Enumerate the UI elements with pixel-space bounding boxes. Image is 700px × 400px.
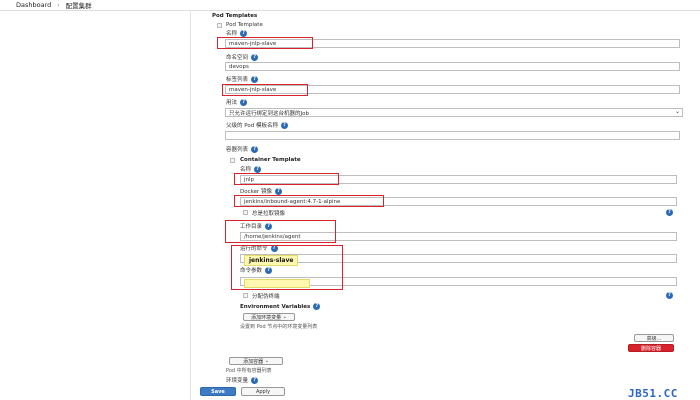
delete-container-button[interactable]: 删除容器 (628, 344, 674, 352)
pod-template-label: Pod Template (226, 22, 263, 28)
highlight-box (234, 173, 339, 185)
env-vars-heading: Environment Variables ? (240, 303, 321, 310)
container-template-checkbox[interactable] (230, 158, 235, 163)
pod-name-label: 名称 ? (226, 29, 248, 37)
help-icon[interactable]: ? (240, 29, 248, 37)
container-template-heading: Container Template (240, 157, 301, 163)
env-vars-hint: 设置到 Pod 节点中的环境变量列表 (240, 324, 318, 330)
help-icon[interactable]: ? (666, 292, 673, 299)
chevron-down-icon: ⌄ (263, 358, 269, 364)
pod-template-checkbox[interactable] (217, 23, 222, 28)
breadcrumb-dashboard[interactable]: Dashboard (16, 1, 51, 9)
usage-select[interactable]: 只允许运行绑定到这台机器的Job (225, 108, 683, 117)
breadcrumb-separator-icon: › (57, 1, 60, 9)
always-pull-checkbox[interactable] (243, 210, 248, 215)
help-icon[interactable]: ? (666, 209, 673, 216)
help-icon[interactable]: ? (313, 303, 321, 310)
advanced-button[interactable]: 高级... (634, 334, 674, 342)
help-icon[interactable]: ? (251, 53, 259, 61)
highlight-box (231, 245, 343, 290)
sidebar-divider (190, 10, 191, 400)
highlight-box (225, 220, 336, 243)
namespace-input[interactable]: devops (225, 62, 680, 71)
tty-label: 分配伪终端 (252, 294, 280, 300)
top-divider (0, 10, 700, 11)
help-icon[interactable]: ? (251, 145, 259, 153)
breadcrumb-current[interactable]: 配置集群 (66, 0, 92, 10)
highlight-box (217, 37, 313, 49)
usage-label: 用法 ? (226, 98, 248, 106)
container-name-label: 名称 ? (240, 165, 262, 173)
help-icon[interactable]: ? (275, 187, 283, 195)
help-icon[interactable]: ? (254, 165, 262, 173)
help-icon[interactable]: ? (251, 376, 259, 384)
save-button[interactable]: Save (200, 387, 236, 396)
tty-checkbox[interactable] (243, 293, 248, 298)
watermark: JB51.CC (628, 387, 678, 400)
highlight-box (222, 84, 308, 96)
docker-image-label: Docker 镜像 ? (240, 187, 283, 195)
containers-label: 容器列表 ? (226, 145, 259, 153)
chevron-down-icon: ⌄ (281, 314, 287, 320)
parent-template-label: 父级的 Pod 模板名称 ? (226, 121, 288, 129)
top-breadcrumb-bar: Dashboard › 配置集群 (0, 0, 700, 10)
add-container-button[interactable]: 添加容器 ⌄ (229, 357, 283, 365)
help-icon[interactable]: ? (251, 75, 259, 83)
apply-button[interactable]: Apply (241, 387, 285, 396)
help-icon[interactable]: ? (280, 121, 288, 129)
pod-env-label: 环境变量 ? (226, 376, 259, 384)
labels-label: 标签列表 ? (226, 75, 259, 83)
containers-hint: Pod 中所有容器列表 (226, 368, 272, 374)
chevron-down-icon[interactable]: ⌄ (675, 108, 680, 115)
parent-template-input[interactable] (225, 131, 680, 140)
add-env-var-button[interactable]: 添加环境变量 ⌄ (243, 313, 295, 321)
pod-templates-heading: Pod Templates (212, 13, 258, 19)
help-icon[interactable]: ? (240, 98, 248, 106)
highlight-box (234, 195, 384, 207)
always-pull-label: 总是拉取镜像 (252, 211, 286, 217)
namespace-label: 命名空间 ? (226, 53, 259, 61)
